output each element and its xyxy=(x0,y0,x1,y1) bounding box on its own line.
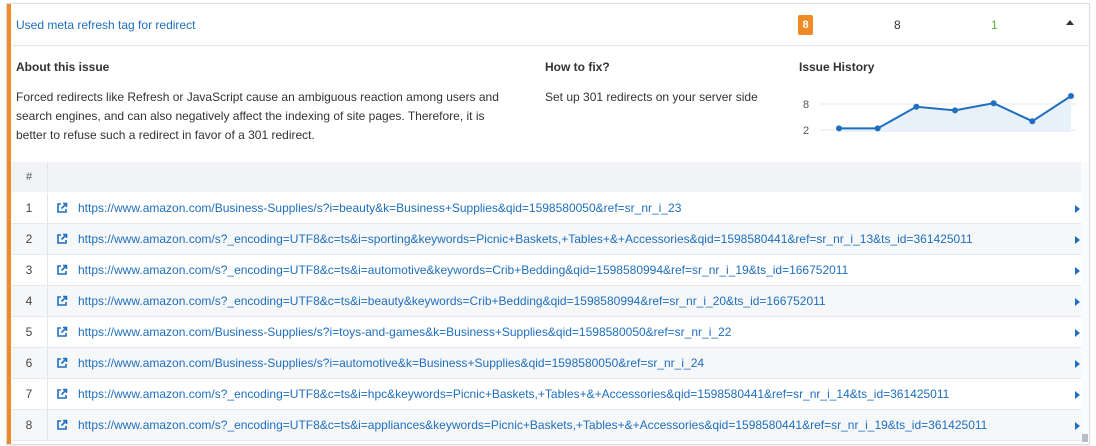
issue-panel: Used meta refresh tag for redirect 8 8 1… xyxy=(6,3,1090,445)
issue-history-chart: 8 2 xyxy=(803,93,1077,137)
external-link-icon[interactable] xyxy=(56,202,68,214)
scrollbar-thumb[interactable] xyxy=(1082,434,1088,442)
table-row[interactable]: 5 https://www.amazon.com/Business-Supplie… xyxy=(11,317,1089,348)
issue-info: About this issue Forced redirects like R… xyxy=(11,46,1089,162)
chevron-right-icon[interactable] xyxy=(1075,267,1080,275)
history-point xyxy=(990,100,997,107)
about-heading: About this issue xyxy=(16,60,110,74)
url-link[interactable]: https://www.amazon.com/Business-Supplies… xyxy=(78,348,704,378)
history-point xyxy=(952,107,958,114)
fix-heading: How to fix? xyxy=(545,60,610,74)
chevron-right-icon[interactable] xyxy=(1075,298,1080,306)
url-link[interactable]: https://www.amazon.com/s?_encoding=UTF8&… xyxy=(78,224,973,254)
chevron-right-icon[interactable] xyxy=(1075,391,1080,399)
issue-header[interactable]: Used meta refresh tag for redirect 8 8 1 xyxy=(11,4,1089,46)
error-count-badge: 8 xyxy=(798,15,813,35)
url-link[interactable]: https://www.amazon.com/s?_encoding=UTF8&… xyxy=(78,286,826,316)
table-row[interactable]: 8 https://www.amazon.com/s?_encoding=UTF8… xyxy=(11,410,1089,441)
chevron-right-icon[interactable] xyxy=(1075,360,1080,368)
external-link-icon[interactable] xyxy=(56,357,68,369)
history-point xyxy=(836,125,842,132)
external-link-icon[interactable] xyxy=(56,233,68,245)
table-row[interactable]: 7 https://www.amazon.com/s?_encoding=UTF8… xyxy=(11,379,1089,410)
caret-up-icon[interactable] xyxy=(1066,20,1074,25)
y-tick-label: 8 xyxy=(803,99,809,111)
row-number: 1 xyxy=(11,193,48,223)
fix-text: Set up 301 redirects on your server side xyxy=(545,90,758,104)
history-point xyxy=(913,103,920,110)
row-number: 2 xyxy=(11,224,48,254)
row-number: 6 xyxy=(11,348,48,378)
row-number: 4 xyxy=(11,286,48,316)
history-heading: Issue History xyxy=(799,60,875,74)
y-tick-label: 2 xyxy=(803,125,809,137)
row-number: 8 xyxy=(11,410,48,440)
chevron-right-icon[interactable] xyxy=(1075,329,1080,337)
chevron-right-icon[interactable] xyxy=(1075,422,1080,430)
history-point xyxy=(1029,118,1036,125)
external-link-icon[interactable] xyxy=(56,419,68,431)
external-link-icon[interactable] xyxy=(56,326,68,338)
row-number-header: # xyxy=(11,162,48,192)
chevron-right-icon[interactable] xyxy=(1075,236,1080,244)
new-count: 1 xyxy=(991,18,998,32)
table-row[interactable]: 1 https://www.amazon.com/Business-Supplie… xyxy=(11,193,1089,224)
issue-title[interactable]: Used meta refresh tag for redirect xyxy=(16,18,195,32)
table-row[interactable]: 4 https://www.amazon.com/s?_encoding=UTF8… xyxy=(11,286,1089,317)
chevron-right-icon[interactable] xyxy=(1075,205,1080,213)
table-row[interactable]: 6 https://www.amazon.com/Business-Supplie… xyxy=(11,348,1089,379)
table-row[interactable]: 3 https://www.amazon.com/s?_encoding=UTF8… xyxy=(11,255,1089,286)
table-row[interactable]: 2 https://www.amazon.com/s?_encoding=UTF8… xyxy=(11,224,1089,255)
external-link-icon[interactable] xyxy=(56,264,68,276)
url-link[interactable]: https://www.amazon.com/Business-Supplies… xyxy=(78,317,731,347)
url-link[interactable]: https://www.amazon.com/Business-Supplies… xyxy=(78,193,681,223)
url-link[interactable]: https://www.amazon.com/s?_encoding=UTF8&… xyxy=(78,379,949,409)
external-link-icon[interactable] xyxy=(56,388,68,400)
url-link[interactable]: https://www.amazon.com/s?_encoding=UTF8&… xyxy=(78,410,987,440)
history-point xyxy=(1068,93,1074,99)
row-number: 3 xyxy=(11,255,48,285)
external-link-icon[interactable] xyxy=(56,295,68,307)
total-count: 8 xyxy=(894,18,901,32)
history-area xyxy=(839,96,1071,132)
url-link[interactable]: https://www.amazon.com/s?_encoding=UTF8&… xyxy=(78,255,848,285)
table-header: # xyxy=(11,162,1089,192)
affected-urls-table: # 1 https://www.amazon.com/Business-Suppl… xyxy=(11,162,1089,444)
scrollbar[interactable] xyxy=(1081,162,1089,444)
row-number: 7 xyxy=(11,379,48,409)
about-text: Forced redirects like Refresh or JavaScr… xyxy=(16,90,499,142)
history-point xyxy=(874,125,881,132)
row-number: 5 xyxy=(11,317,48,347)
